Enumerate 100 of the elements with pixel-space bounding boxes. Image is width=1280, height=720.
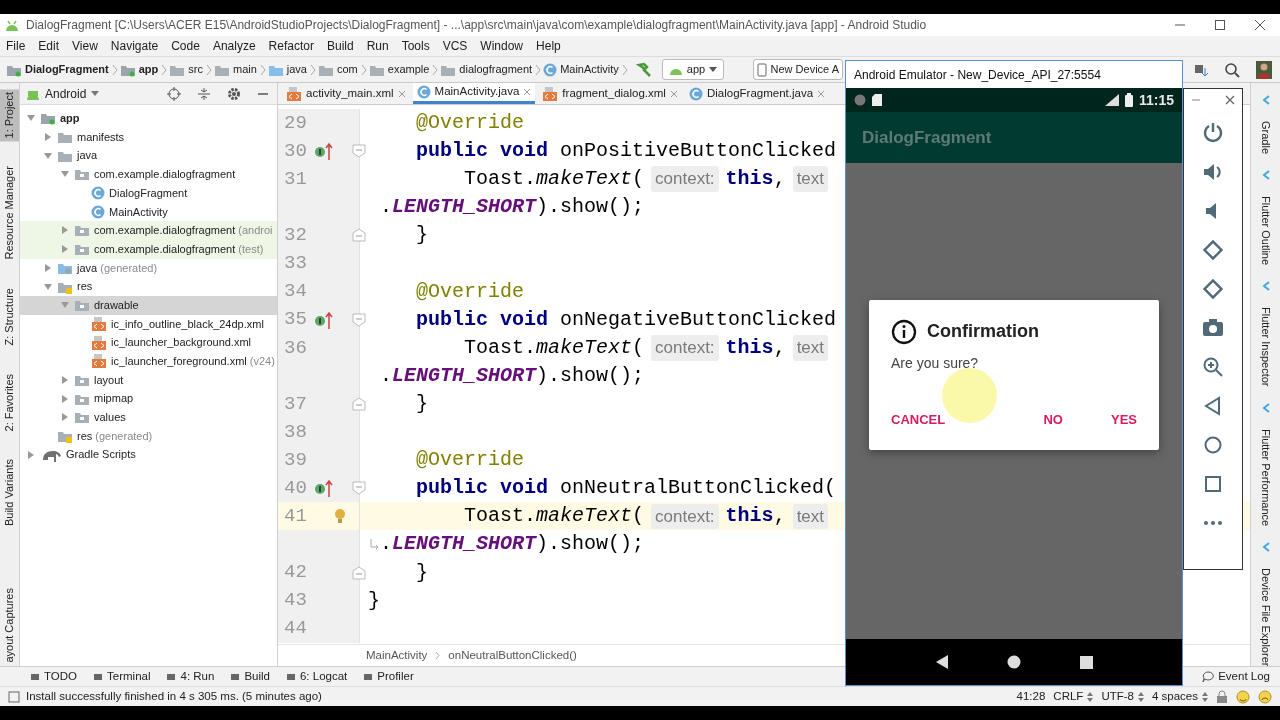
home-icon[interactable]: [1006, 655, 1021, 669]
feedback-icon[interactable]: [1258, 689, 1272, 704]
tree-item[interactable]: com.example.dialogfragment (androi: [94, 222, 273, 239]
breadcrumb-item[interactable]: app: [138, 61, 159, 78]
menu-item[interactable]: Help: [536, 37, 561, 55]
tree-item[interactable]: DialogFragment: [109, 184, 188, 202]
tool-window-tab[interactable]: Z: Structure: [0, 285, 19, 349]
tree-item[interactable]: res: [77, 278, 93, 295]
rotate-right-icon[interactable]: [1202, 278, 1224, 300]
tool-window-tab[interactable]: Flutter Inspector: [1258, 305, 1273, 389]
tree-item[interactable]: values: [94, 409, 126, 426]
tree-item[interactable]: manifests: [77, 128, 125, 146]
tree-item[interactable]: layout: [94, 371, 124, 389]
expand-arrow[interactable]: [60, 393, 70, 404]
maximize-icon[interactable]: [1214, 19, 1226, 31]
back-icon[interactable]: [935, 655, 948, 669]
menu-item[interactable]: Edit: [38, 37, 60, 55]
menu-item[interactable]: Refactor: [268, 37, 314, 55]
lightbulb-icon[interactable]: [334, 508, 346, 525]
status-widget[interactable]: CRLF: [1053, 687, 1084, 706]
avatar-icon[interactable]: [1256, 60, 1272, 79]
feedback-icon[interactable]: [1236, 689, 1250, 704]
fold-icon[interactable]: [352, 565, 366, 580]
run-config-dropdown[interactable]: app: [661, 59, 725, 80]
power-icon[interactable]: [1202, 122, 1224, 144]
tool-window-tab[interactable]: TODO: [44, 667, 77, 686]
breadcrumb-item[interactable]: main: [232, 61, 257, 78]
editor-tab[interactable]: MainActivity.java: [412, 83, 536, 104]
menu-item[interactable]: View: [72, 37, 98, 55]
tree-item[interactable]: drawable: [94, 296, 139, 314]
expand-arrow[interactable]: [43, 132, 53, 143]
tool-window-tab[interactable]: Terminal: [107, 667, 151, 686]
tool-window-tab[interactable]: Gradle: [1258, 119, 1273, 157]
tree-item[interactable]: com.example.dialogfragment: [94, 166, 236, 183]
zoom-icon[interactable]: [1202, 356, 1224, 378]
view-dropdown[interactable]: Android: [45, 84, 87, 103]
fold-icon[interactable]: [352, 397, 366, 411]
camera-icon[interactable]: [1202, 317, 1224, 339]
menu-item[interactable]: Analyze: [212, 37, 256, 55]
overview-icon[interactable]: [1079, 655, 1093, 669]
tool-window-tab[interactable]: 1: Project: [0, 89, 19, 142]
tree-item[interactable]: mipmap: [94, 390, 134, 407]
tree-item[interactable]: ic_launcher_foreground.xml (v24): [111, 353, 275, 370]
hammer-icon[interactable]: [635, 61, 652, 78]
dialog-button[interactable]: CANCEL: [891, 410, 946, 430]
editor-tab[interactable]: fragment_dialog.xml: [538, 83, 682, 104]
settings-icon[interactable]: [227, 86, 241, 101]
expand-arrow[interactable]: [60, 225, 70, 236]
device-dropdown[interactable]: New Device A: [752, 59, 843, 80]
menu-item[interactable]: Build: [326, 37, 354, 55]
expand-arrow[interactable]: [60, 412, 70, 423]
breadcrumb-item[interactable]: dialogfragment: [459, 61, 533, 78]
close-icon[interactable]: [1254, 19, 1266, 31]
breadcrumb-item[interactable]: src: [188, 61, 203, 78]
expand-arrow[interactable]: [43, 150, 53, 161]
status-widget[interactable]: UTF-8: [1101, 687, 1134, 706]
close-icon[interactable]: [1225, 95, 1235, 105]
menu-item[interactable]: Run: [366, 37, 389, 55]
tree-item[interactable]: app: [60, 110, 80, 127]
tool-window-tab[interactable]: Flutter Outline: [1258, 194, 1273, 268]
panel-icon[interactable]: [8, 690, 20, 703]
override-icon[interactable]: [314, 309, 334, 330]
tool-window-tab[interactable]: Resource Manager: [0, 163, 19, 264]
tree-item[interactable]: java (generated): [77, 259, 158, 277]
editor-tab[interactable]: activity_main.xml: [282, 83, 410, 104]
fold-icon[interactable]: [352, 228, 366, 243]
tool-window-tab[interactable]: Profiler: [377, 667, 414, 686]
status-widget[interactable]: 4 spaces: [1151, 687, 1198, 706]
rotate-left-icon[interactable]: [1202, 239, 1224, 261]
tree-item[interactable]: ic_launcher_background.xml: [111, 334, 252, 351]
tool-window-tab[interactable]: Build: [244, 667, 270, 686]
tree-item[interactable]: java: [77, 147, 98, 164]
expand-arrow[interactable]: [43, 281, 53, 292]
expand-arrow[interactable]: [26, 449, 36, 460]
search-icon[interactable]: [1224, 61, 1240, 78]
dialog-button[interactable]: YES: [1111, 410, 1137, 430]
menu-item[interactable]: Navigate: [110, 37, 159, 55]
expand-arrow[interactable]: [43, 262, 53, 273]
tool-window-tab[interactable]: Device File Explorer: [1258, 565, 1273, 669]
breadcrumb-item[interactable]: example: [387, 61, 430, 78]
menu-item[interactable]: Code: [171, 37, 200, 55]
tool-window-tab[interactable]: 2: Favorites: [0, 370, 19, 434]
tree-item[interactable]: com.example.dialogfragment (test): [94, 240, 264, 258]
menu-item[interactable]: Window: [480, 37, 524, 55]
volume-up-icon[interactable]: [1202, 161, 1224, 183]
expand-arrow[interactable]: [60, 244, 70, 255]
editor-tab[interactable]: DialogFragment.java: [684, 83, 830, 104]
tool-window-tab[interactable]: ayout Captures: [0, 585, 19, 666]
breadcrumb-item[interactable]: java: [286, 61, 307, 78]
caret-position[interactable]: 41:28: [1016, 687, 1046, 706]
caret-icon[interactable]: [91, 90, 100, 97]
breadcrumb-item[interactable]: DialogFragment: [25, 61, 109, 78]
breadcrumb-item[interactable]: MainActivity: [560, 61, 619, 78]
expand-arrow[interactable]: [60, 374, 70, 385]
fold-icon[interactable]: [352, 144, 366, 159]
dialog-button[interactable]: NO: [1043, 410, 1063, 430]
fold-icon[interactable]: [352, 312, 366, 327]
tool-window-tab[interactable]: 4: Run: [180, 667, 215, 686]
breadcrumb-item[interactable]: onNeutralButtonClicked(): [448, 646, 577, 665]
breadcrumb-item[interactable]: MainActivity: [366, 646, 428, 665]
